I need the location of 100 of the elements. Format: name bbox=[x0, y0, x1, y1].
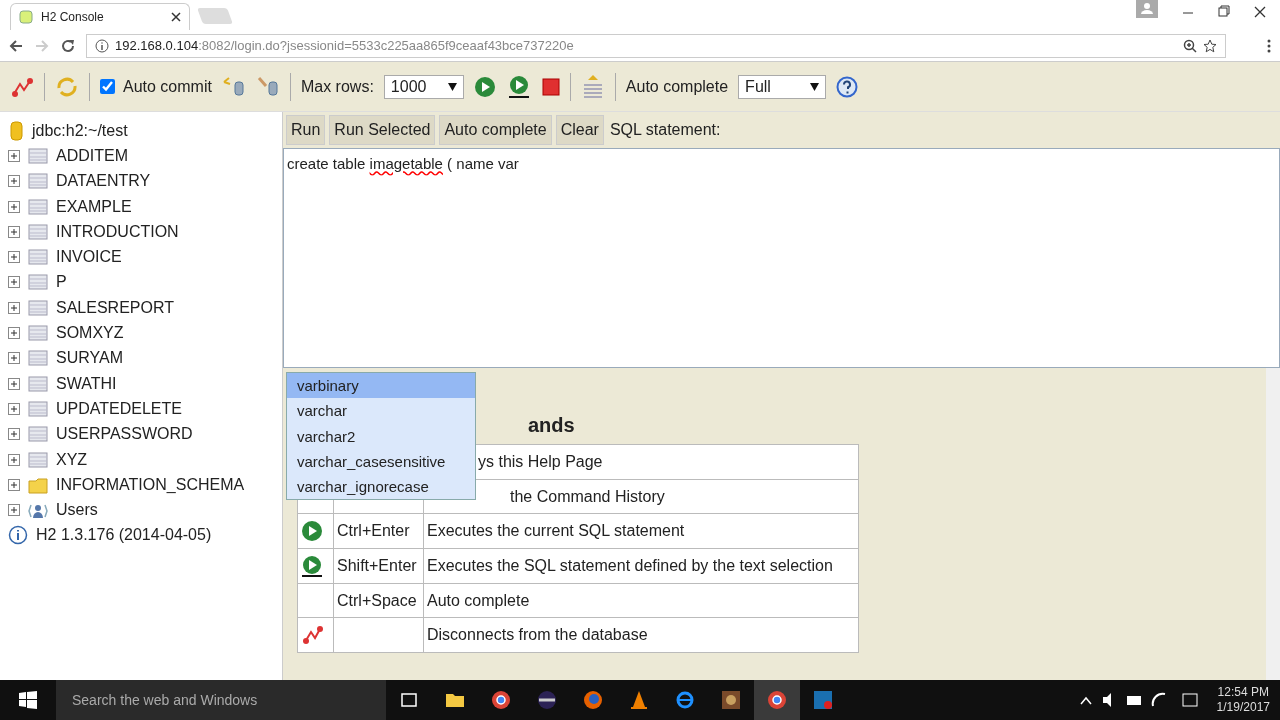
folder-icon bbox=[28, 475, 48, 494]
tree-item[interactable]: USERPASSWORD bbox=[56, 422, 193, 447]
info-icon bbox=[95, 38, 109, 53]
sql-button[interactable]: Clear bbox=[555, 115, 604, 145]
disconnect-icon[interactable] bbox=[10, 75, 34, 98]
caret-icon bbox=[810, 82, 820, 91]
scrollbar[interactable] bbox=[1266, 368, 1280, 680]
sql-button[interactable]: Run Selected bbox=[329, 115, 436, 145]
connection-label[interactable]: jdbc:h2:~/test bbox=[32, 118, 128, 143]
tree-item[interactable]: UPDATEDELETE bbox=[56, 396, 182, 421]
run-icon bbox=[301, 520, 323, 543]
shortcut-key: Ctrl+Enter bbox=[337, 522, 410, 540]
task-view-icon[interactable] bbox=[399, 690, 419, 710]
browser-icon[interactable] bbox=[767, 690, 787, 710]
shortcut-key: Ctrl+Space bbox=[337, 591, 417, 609]
run-icon[interactable] bbox=[473, 75, 496, 98]
database-icon bbox=[8, 120, 24, 141]
suggestion-item[interactable]: varchar bbox=[287, 398, 475, 424]
table-icon bbox=[28, 146, 48, 165]
browser-tab[interactable]: H2 Console bbox=[10, 3, 190, 30]
taskbar-search[interactable]: Search the web and Windows bbox=[56, 680, 386, 720]
star-icon[interactable] bbox=[1203, 38, 1217, 53]
clock-time[interactable]: 12:54 PM bbox=[1217, 685, 1269, 700]
auto-commit-checkbox[interactable] bbox=[100, 79, 115, 94]
tree-item[interactable]: XYZ bbox=[56, 447, 88, 472]
reload-icon[interactable] bbox=[60, 37, 76, 54]
auto-complete-select[interactable]: Full bbox=[738, 74, 827, 99]
shortcut-key: Shift+Enter bbox=[337, 556, 417, 574]
expand-toggle[interactable] bbox=[8, 225, 20, 238]
expand-toggle[interactable] bbox=[8, 327, 20, 339]
traffic-cone-icon[interactable] bbox=[629, 690, 649, 710]
expand-toggle[interactable] bbox=[8, 478, 20, 491]
close-icon[interactable] bbox=[171, 12, 181, 22]
menu-icon[interactable] bbox=[1266, 37, 1272, 54]
zoom-icon[interactable] bbox=[1183, 38, 1197, 53]
tree-item[interactable]: INVOICE bbox=[56, 245, 122, 270]
expand-toggle[interactable] bbox=[8, 352, 20, 365]
table-icon bbox=[28, 273, 48, 292]
tree-item[interactable]: INFORMATION_SCHEMA bbox=[56, 472, 245, 497]
sql-editor[interactable]: create table imagetable ( name var bbox=[283, 148, 1280, 368]
table-icon bbox=[28, 425, 48, 444]
fox-browser-icon[interactable] bbox=[583, 690, 603, 710]
tree-item[interactable]: ADDITEM bbox=[56, 143, 128, 168]
expand-toggle[interactable] bbox=[8, 453, 20, 466]
expand-toggle[interactable] bbox=[8, 200, 20, 213]
command-description: Auto complete bbox=[427, 591, 530, 609]
help-icon[interactable] bbox=[836, 75, 859, 98]
tree-item[interactable]: INTRODUCTION bbox=[56, 219, 179, 244]
suggestion-item[interactable]: varbinary bbox=[287, 373, 475, 399]
expand-toggle[interactable] bbox=[8, 377, 20, 390]
expand-toggle[interactable] bbox=[8, 428, 20, 441]
caret-icon bbox=[447, 82, 457, 91]
browser-icon[interactable] bbox=[491, 690, 511, 710]
table-icon bbox=[28, 197, 48, 216]
address-bar[interactable]: 192.168.0.104:8082/login.do?jsessionid=5533c225aa865f9ceaaf43bce737220e bbox=[86, 33, 1226, 58]
tree-item[interactable]: P bbox=[56, 270, 67, 295]
tree-item[interactable]: SWATHI bbox=[56, 371, 117, 396]
favicon-icon bbox=[19, 10, 33, 24]
auto-commit-label: Auto commit bbox=[123, 76, 212, 97]
expand-toggle[interactable] bbox=[8, 301, 20, 314]
sql-button[interactable]: Run bbox=[286, 115, 326, 145]
expand-toggle[interactable] bbox=[8, 276, 20, 289]
section-heading: ands bbox=[528, 414, 575, 436]
table-icon bbox=[28, 222, 48, 241]
globe-e-icon[interactable] bbox=[675, 690, 695, 710]
max-rows-select[interactable]: 1000 bbox=[383, 74, 464, 99]
tree-item[interactable]: SURYAM bbox=[56, 346, 123, 371]
back-icon[interactable] bbox=[8, 37, 24, 54]
app-icon[interactable] bbox=[537, 690, 557, 710]
run-selected-icon bbox=[301, 554, 323, 577]
tree-item[interactable]: SOMXYZ bbox=[56, 321, 124, 345]
expand-toggle[interactable] bbox=[8, 251, 20, 264]
clock-date[interactable]: 1/19/2017 bbox=[1216, 700, 1270, 715]
table-icon bbox=[28, 374, 48, 393]
commit-icon[interactable] bbox=[255, 75, 280, 98]
sql-button[interactable]: Auto complete bbox=[439, 115, 552, 145]
tree-item[interactable]: DATAENTRY bbox=[56, 169, 151, 194]
suggestion-item[interactable]: varchar2 bbox=[287, 423, 475, 449]
version-label: H2 1.3.176 (2014-04-05) bbox=[36, 525, 212, 546]
suggestion-item[interactable]: varchar_casesensitive bbox=[287, 448, 475, 475]
tree-item[interactable]: Users bbox=[56, 498, 98, 523]
stop-icon[interactable] bbox=[541, 77, 560, 96]
tree-item[interactable]: EXAMPLE bbox=[56, 194, 132, 219]
expand-toggle[interactable] bbox=[8, 149, 20, 162]
command-description: ys this Help Page bbox=[478, 452, 603, 470]
command-description: Executes the current SQL statement bbox=[427, 522, 685, 540]
rollback-icon[interactable] bbox=[221, 75, 246, 98]
command-description: the Command History bbox=[510, 487, 665, 505]
suggestion-item[interactable]: varchar_ignorecase bbox=[287, 474, 475, 500]
command-description: Disconnects from the database bbox=[427, 626, 648, 644]
sql-text: create table imagetable ( name var bbox=[287, 155, 519, 172]
table-icon bbox=[28, 324, 48, 342]
table-icon bbox=[28, 349, 48, 368]
table-icon bbox=[28, 248, 48, 267]
expand-toggle[interactable] bbox=[8, 504, 20, 517]
app-icon[interactable] bbox=[721, 690, 741, 710]
expand-toggle[interactable] bbox=[8, 175, 20, 188]
expand-toggle[interactable] bbox=[8, 402, 20, 415]
table-icon bbox=[28, 399, 48, 418]
tree-item[interactable]: SALESREPORT bbox=[56, 295, 174, 320]
